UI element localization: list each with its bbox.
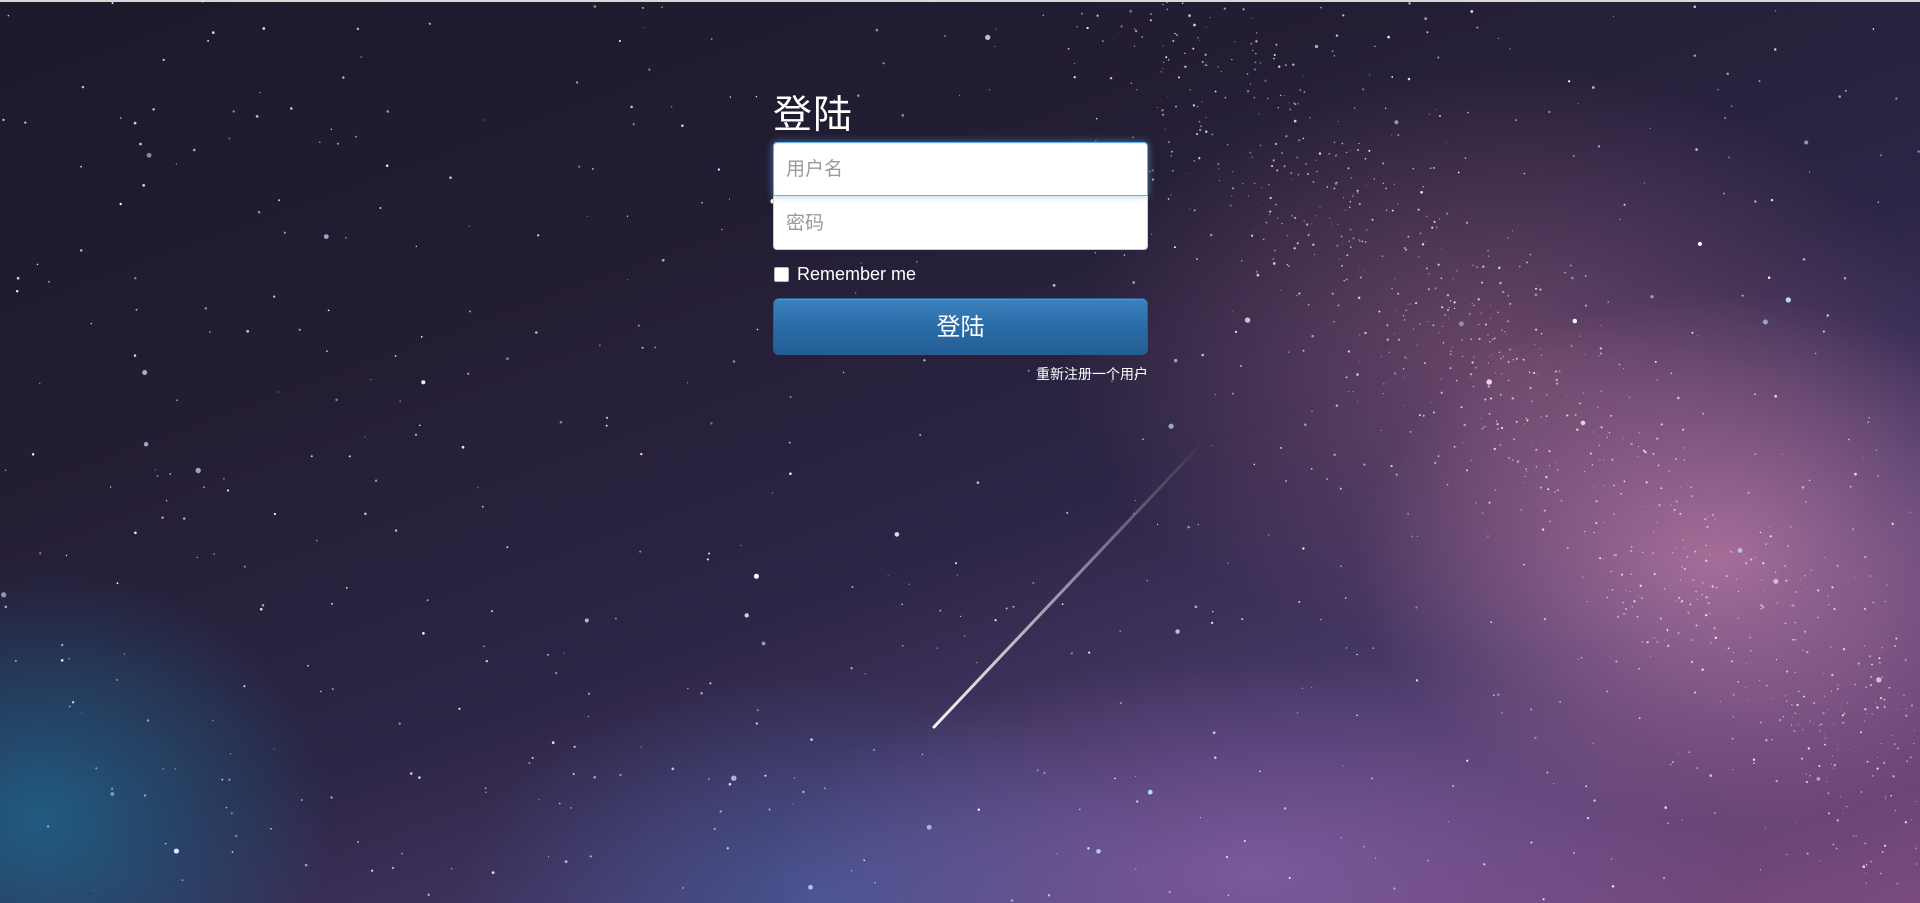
credentials-group — [773, 142, 1148, 250]
remember-me-label[interactable]: Remember me — [797, 264, 916, 285]
login-button[interactable]: 登陆 — [773, 298, 1148, 355]
remember-me-row: Remember me — [773, 264, 1148, 284]
register-link[interactable]: 重新注册一个用户 — [1036, 367, 1148, 383]
remember-me-checkbox[interactable] — [774, 266, 789, 282]
shooting-star — [932, 438, 1207, 729]
login-page: 登陆 Remember me 登陆 重新注册一个用户 — [0, 0, 1920, 903]
login-title: 登陆 — [773, 94, 854, 137]
register-row: 重新注册一个用户 — [773, 364, 1148, 384]
username-input[interactable] — [773, 142, 1148, 196]
login-form: 登陆 Remember me 登陆 重新注册一个用户 — [773, 90, 1148, 384]
password-input[interactable] — [773, 196, 1148, 250]
